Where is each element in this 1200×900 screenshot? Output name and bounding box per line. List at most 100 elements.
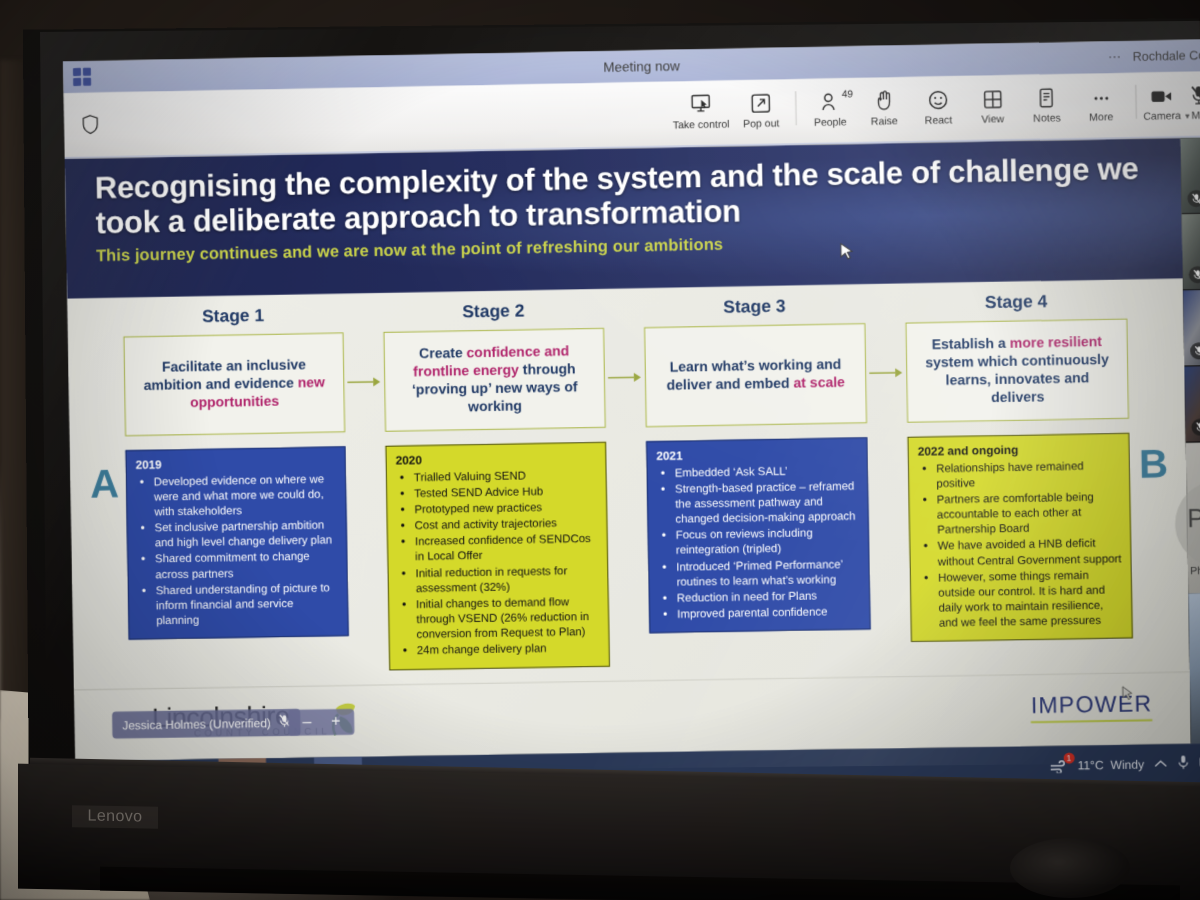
year-box-2021: 2021Embedded ‘Ask SALL’Strength-based pr… (646, 437, 871, 634)
view-grid-icon (982, 85, 1002, 109)
year-bullet: Introduced ‘Primed Performance’ routines… (658, 557, 861, 591)
zoom-controls[interactable]: – + (288, 708, 355, 736)
toolbar-items: Take control Pop out 49 People Raise Rea… (668, 81, 1200, 136)
year-bullet: However, some things remain outside our … (920, 568, 1124, 632)
avatar-initials: PW (1186, 501, 1200, 533)
stage-3-box: Learn what’s working and deliver and emb… (644, 323, 868, 428)
toolbar-divider-2 (1134, 84, 1137, 119)
weather-widget[interactable]: 1 11°C Windy (1048, 752, 1144, 776)
impower-wordmark: IMPOWER (1030, 690, 1153, 719)
camera-label: Camera (1143, 109, 1182, 123)
participant-video-4[interactable] (1184, 365, 1200, 443)
raise-hand-icon (875, 87, 893, 111)
photo-scene: Meeting now ⋯ Rochdale Coun Take control… (0, 0, 1200, 900)
stage-1-name: Stage 1 (201, 304, 265, 327)
people-button[interactable]: 49 People (803, 88, 858, 133)
laptop-screen: Meeting now ⋯ Rochdale Coun Take control… (62, 38, 1200, 802)
year-label: 2020 (395, 453, 422, 468)
year-bullet: Relationships have remained positive (918, 459, 1121, 493)
camera-button[interactable]: Camera ▾ (1143, 82, 1190, 127)
meeting-stage: Recognising the complexity of the system… (64, 137, 1200, 762)
year-bullet: Focus on reviews including reintegration… (658, 526, 861, 560)
take-control-label: Take control (672, 118, 730, 132)
participant-video-5[interactable] (1188, 592, 1200, 744)
participant-video-1[interactable] (1180, 137, 1200, 215)
more-ellipsis-icon (1091, 83, 1112, 107)
year-bullet: Initial changes to demand flow through V… (398, 595, 601, 644)
avatar-name: Phil W... (1190, 564, 1200, 578)
presenter-name-badge: Jessica Holmes (Unverified) (112, 708, 302, 739)
stage-1-box: Facilitate an inclusive ambition and evi… (123, 332, 346, 437)
year-bullet: Initial reduction in requests for assess… (397, 564, 599, 598)
presenter-name-label: Jessica Holmes (Unverified) (122, 715, 272, 733)
year-bullet: Set inclusive partnership ambition and h… (137, 519, 339, 553)
react-button[interactable]: React (911, 86, 966, 131)
flow-arrow-1 (344, 332, 386, 433)
view-button[interactable]: View (965, 85, 1020, 130)
year-bullet: Shared understanding of picture to infor… (138, 581, 340, 630)
system-tray: 1 11°C Windy (1048, 752, 1200, 776)
zoom-in-button[interactable]: + (331, 713, 341, 731)
mic-button[interactable]: Mic ▾ (1189, 81, 1200, 126)
react-label: React (924, 114, 953, 127)
year-bullet-list: Relationships have remained positivePart… (918, 459, 1124, 632)
raise-hand-button[interactable]: Raise (857, 87, 912, 132)
year-bullet-list: Developed evidence on where we were and … (136, 472, 340, 630)
mic-icon[interactable] (1177, 754, 1189, 774)
toolbar-divider-1 (794, 91, 797, 126)
participant-avatar-tile[interactable]: PW Phil W... (1174, 442, 1200, 594)
stage-4-name: Stage 4 (984, 290, 1048, 313)
pop-out-label: Pop out (742, 117, 780, 131)
stage-2-name: Stage 2 (462, 300, 525, 322)
mouse-pointer-icon-secondary (1122, 685, 1134, 707)
year-bullet: Shared commitment to change across partn… (137, 550, 339, 584)
year-bullet: Developed evidence on where we were and … (136, 472, 338, 521)
slide-title: Recognising the complexity of the system… (94, 150, 1139, 241)
year-bullet: Improved parental confidence (659, 605, 862, 623)
stage-3-name: Stage 3 (723, 295, 786, 317)
mic-muted-icon-4 (1191, 418, 1200, 436)
flow-arrow-3 (865, 323, 907, 424)
marker-b: B (1138, 442, 1169, 487)
notes-label: Notes (1033, 112, 1061, 125)
teams-app-icon (72, 67, 92, 87)
people-count: 49 (841, 89, 853, 101)
year-bullet: Increased confidence of SENDCos in Local… (397, 532, 599, 566)
chevron-up-icon[interactable] (1154, 757, 1167, 771)
stage-4-box: Establish a more resilient system which … (905, 318, 1130, 423)
raise-hand-label: Raise (870, 115, 898, 128)
weather-windy-icon: 1 (1048, 752, 1075, 775)
view-label: View (981, 113, 1005, 126)
more-button[interactable]: More (1074, 83, 1129, 128)
camera-off-icon (1150, 82, 1175, 107)
notes-icon (1038, 84, 1055, 108)
shared-slide: Recognising the complexity of the system… (64, 138, 1192, 762)
weather-badge: 1 (1063, 752, 1075, 764)
zoom-out-button[interactable]: – (302, 714, 311, 732)
pop-out-button[interactable]: Pop out (734, 89, 789, 134)
ellipsis-icon[interactable]: ⋯ (1108, 49, 1123, 65)
take-control-button[interactable]: Take control (668, 90, 735, 135)
year-bullet: Strength-based practice – reframed the a… (657, 479, 860, 528)
mic-muted-icon-1 (1187, 189, 1200, 208)
year-bullet-list: Trialled Valuing SENDTested SEND Advice … (396, 468, 601, 660)
notes-button[interactable]: Notes (1019, 84, 1074, 129)
laptop-screen-bezel: Meeting now ⋯ Rochdale Coun Take control… (22, 18, 1200, 802)
mic-muted-icon-3 (1190, 342, 1200, 360)
stage-flow: Stage 1 Stage 2 Stage 3 Stage 4 Facilita… (67, 278, 1185, 437)
year-bullet: We have avoided a HNB deficit without Ce… (919, 537, 1122, 571)
laptop-trackpad (1010, 838, 1130, 898)
people-icon (820, 88, 839, 112)
more-label: More (1089, 111, 1114, 124)
participant-video-2[interactable] (1181, 213, 1200, 291)
stage-box-row: Facilitate an inclusive ambition and evi… (123, 318, 1130, 437)
marker-a: A (89, 462, 120, 507)
shield-icon (82, 114, 99, 139)
impower-underline (1031, 719, 1153, 724)
mic-label: Mic (1191, 109, 1200, 122)
teams-meeting-window: Meeting now ⋯ Rochdale Coun Take control… (62, 38, 1200, 802)
year-boxes-row: 2019Developed evidence on where we were … (69, 418, 1189, 675)
stage-2-box: Create confidence and frontline energy t… (383, 327, 606, 432)
participant-video-3[interactable] (1183, 289, 1200, 367)
mic-muted-icon-2 (1188, 265, 1200, 284)
